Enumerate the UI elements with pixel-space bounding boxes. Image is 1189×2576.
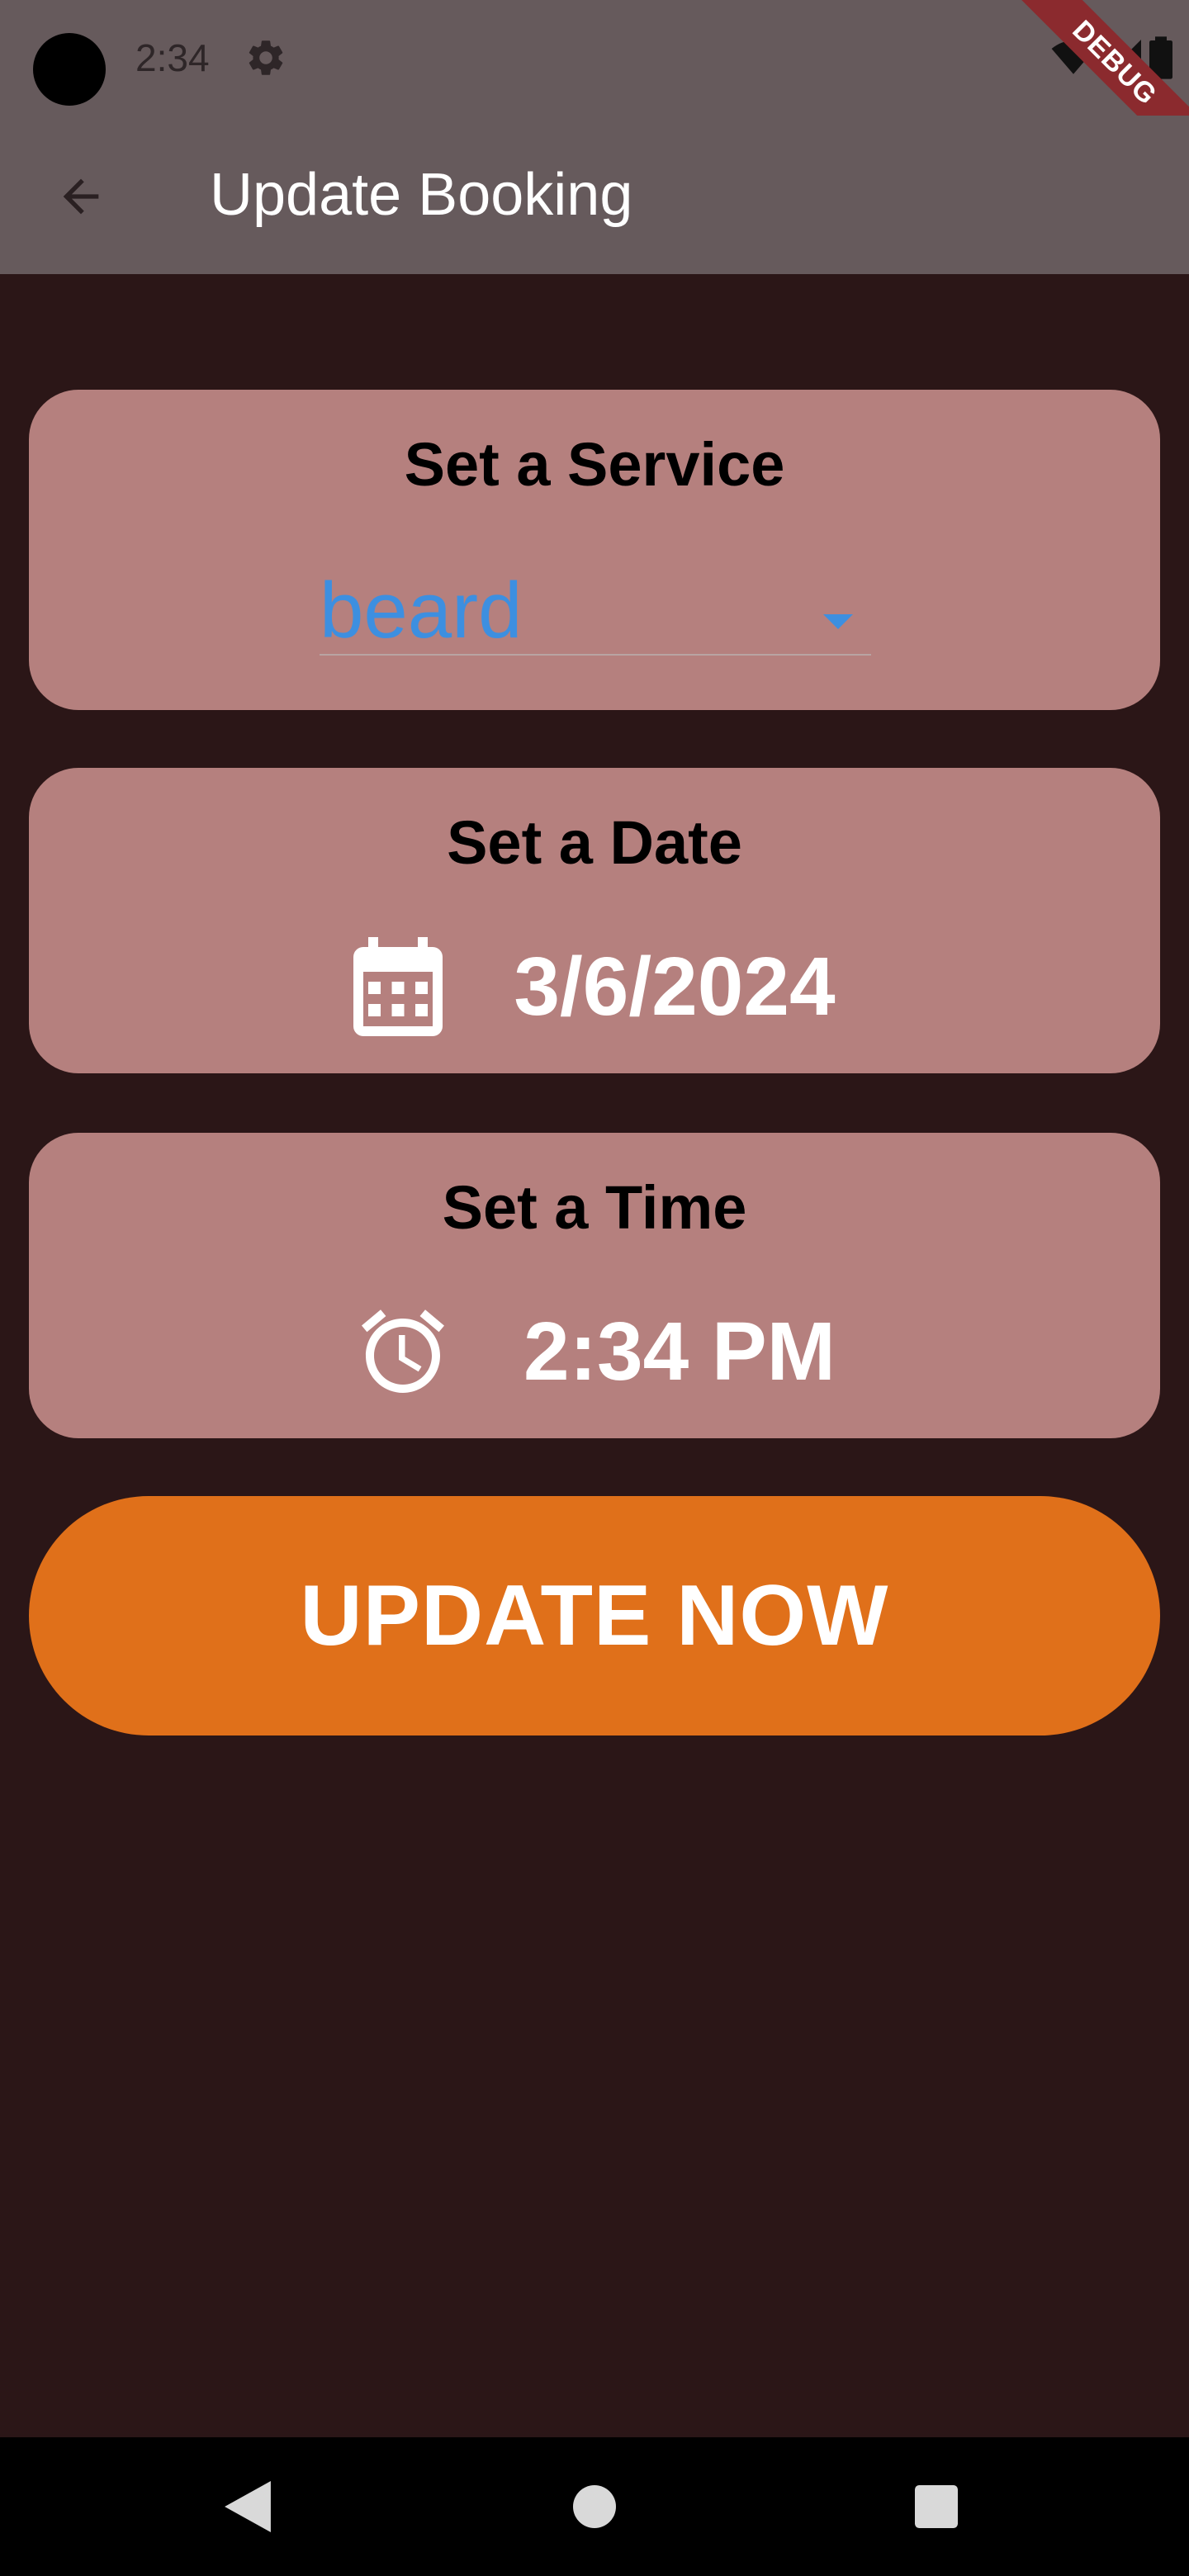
nav-back-button[interactable] bbox=[213, 2472, 282, 2541]
arrow-drop-down-icon bbox=[823, 614, 853, 629]
time-card[interactable]: Set a Time 2:34 PM bbox=[29, 1133, 1160, 1438]
update-now-label: UPDATE NOW bbox=[300, 1567, 889, 1664]
arrow-back-icon bbox=[63, 178, 99, 215]
status-bar: 2:34 bbox=[0, 0, 1189, 116]
system-nav-bar bbox=[0, 2437, 1189, 2576]
nav-recents-button[interactable] bbox=[902, 2472, 971, 2541]
settings-icon bbox=[249, 40, 283, 75]
page-title: Update Booking bbox=[210, 162, 633, 228]
calendar-icon[interactable] bbox=[353, 937, 443, 1036]
alarm-clock-icon[interactable] bbox=[353, 1300, 452, 1403]
status-time: 2:34 bbox=[135, 36, 210, 79]
service-dropdown-value: beard bbox=[320, 566, 523, 655]
camera-cutout bbox=[33, 33, 106, 106]
date-card[interactable]: Set a Date 3/6/2024 bbox=[29, 768, 1160, 1073]
app-bar: Update Booking bbox=[0, 116, 1189, 274]
back-button[interactable] bbox=[41, 157, 121, 236]
home-circle-icon bbox=[573, 2485, 616, 2528]
service-card-title: Set a Service bbox=[404, 430, 785, 499]
date-value: 3/6/2024 bbox=[514, 940, 836, 1033]
date-row: 3/6/2024 bbox=[29, 933, 1160, 1040]
time-card-title: Set a Time bbox=[442, 1173, 747, 1242]
time-row: 2:34 PM bbox=[29, 1298, 1160, 1405]
service-card: Set a Service beard bbox=[29, 390, 1160, 710]
back-triangle-icon bbox=[225, 2481, 271, 2532]
service-dropdown[interactable]: beard bbox=[320, 563, 871, 656]
nav-home-button[interactable] bbox=[560, 2472, 629, 2541]
time-value: 2:34 PM bbox=[523, 1305, 836, 1398]
update-now-button[interactable]: UPDATE NOW bbox=[29, 1496, 1160, 1735]
date-card-title: Set a Date bbox=[447, 808, 742, 877]
recents-square-icon bbox=[915, 2485, 958, 2528]
